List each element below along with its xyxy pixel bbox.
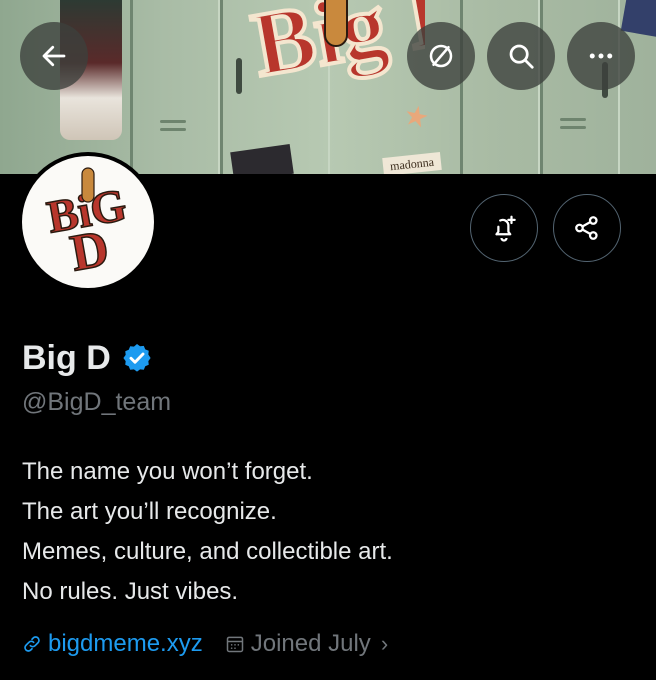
bio-line: No rules. Just vibes. [22,578,239,605]
more-icon [589,53,613,59]
link-icon [24,636,40,652]
banner-logo-mascot [324,0,348,47]
calendar-icon [226,636,243,653]
bio-line: Memes, culture, and collectible art. [22,538,393,565]
avatar-image: BiG D [22,156,154,288]
banner-vent [160,120,186,123]
arrow-left-icon [42,45,66,67]
banner-locker [130,0,220,174]
name-row: Big D [22,338,153,378]
avatar[interactable]: BiG D [18,152,158,292]
search-button[interactable] [487,22,555,90]
share-button[interactable] [553,194,621,262]
website-link[interactable]: bigdmeme.xyz [48,630,203,658]
banner-logo: Big D [243,0,425,98]
back-button[interactable] [20,22,88,90]
chevron-right-icon[interactable]: › [381,631,388,657]
joined-date: Joined July [250,630,371,657]
banner-vent [160,128,186,131]
banner-vent [560,126,586,129]
more-button[interactable] [567,22,635,90]
display-name: Big D [22,339,111,377]
profile-meta: bigdmeme.xyz Joined July › [22,630,388,658]
bell-plus-icon [495,215,516,242]
avatar-logo: BiG D [42,167,131,283]
banner-sticker [620,0,656,37]
profile-bio: The name you won’t forget. The art you’l… [22,452,393,612]
eye-slash-icon [429,44,453,68]
banner-vent [560,118,586,121]
profile-banner[interactable]: ★ Big D madonna [0,0,656,174]
bio-line: The art you’ll recognize. [22,498,277,525]
verified-badge-icon[interactable] [121,342,153,374]
hide-button[interactable] [407,22,475,90]
notify-button[interactable] [470,194,538,262]
user-handle: @BigD_team [22,388,172,416]
share-icon [575,216,598,240]
search-icon [509,44,534,69]
bio-line: The name you won’t forget. [22,458,313,485]
